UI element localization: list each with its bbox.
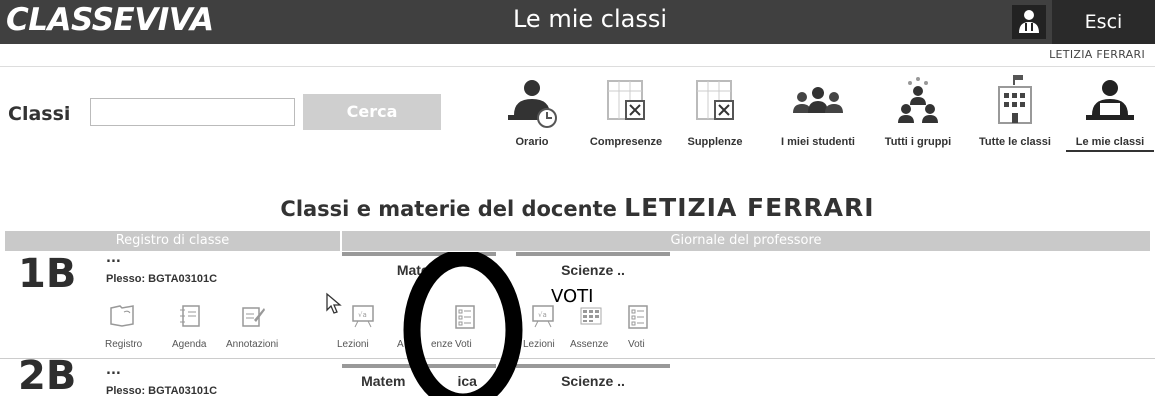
subject-bar [516, 252, 670, 256]
nav-miei-studenti[interactable]: I miei studenti [770, 72, 866, 148]
user-profile-button[interactable] [1012, 5, 1046, 39]
annotazioni-label[interactable]: Annotazioni [226, 339, 278, 350]
nav-label: Tutti i gruppi [884, 136, 952, 148]
nav-mie-classi[interactable]: Le mie classi [1066, 72, 1154, 152]
nav-compresenze[interactable]: Compresenze [586, 72, 666, 148]
calendar-x-icon [696, 80, 734, 120]
nav-label: Compresenze [589, 136, 663, 148]
class-more[interactable]: ... [106, 251, 121, 266]
agenda-icon [180, 305, 200, 327]
username-label: LETIZIA FERRARI [1049, 48, 1145, 61]
teacher-clock-icon [508, 80, 557, 128]
nav-label: Orario [515, 136, 549, 148]
class-more[interactable]: ... [106, 363, 121, 378]
nav-orario[interactable]: Orario [500, 72, 564, 148]
assenze-label[interactable]: Assenze [570, 339, 608, 350]
teacher-icon [1086, 80, 1134, 120]
band-giornale-professore: Giornale del professore [342, 231, 1150, 251]
registro-action[interactable] [108, 304, 136, 332]
voti-label[interactable]: Voti [628, 339, 645, 350]
search-button[interactable]: Cerca [303, 94, 441, 130]
assenze-action[interactable] [578, 304, 604, 332]
subject-scienze[interactable]: Scienze .. [516, 262, 670, 278]
logout-button[interactable]: Esci [1052, 0, 1155, 44]
svg-text:√a: √a [538, 311, 547, 319]
annotation-circle [400, 249, 526, 400]
page-title-prefix: Classi e materie del docente [280, 197, 617, 221]
blackboard-icon: √a [352, 305, 374, 328]
row-divider [0, 358, 1155, 359]
nav-label: I miei studenti [781, 136, 855, 148]
registro-label[interactable]: Registro [105, 339, 142, 350]
teacher-name: LETIZIA FERRARI [624, 193, 875, 222]
book-icon [110, 305, 134, 327]
page-title: Classi e materie del docente LETIZIA FER… [0, 193, 1155, 222]
class-plesso: Plesso: BGTA03101C [106, 273, 218, 285]
page-heading: Le mie classi [512, 5, 668, 33]
class-name[interactable]: 1B [18, 251, 76, 297]
subject-bar [516, 364, 670, 368]
lezioni-label[interactable]: Lezioni [337, 339, 369, 350]
absence-grid-icon [580, 307, 602, 325]
nav-tutti-gruppi[interactable]: Tutti i gruppi [876, 72, 960, 148]
svg-text:√a: √a [358, 311, 367, 319]
search-input[interactable] [90, 98, 295, 126]
calendar-x-icon [607, 80, 645, 120]
note-edit-icon [242, 307, 265, 327]
grades-list-icon [628, 305, 648, 329]
app-logo[interactable]: CLASSEVIVA [6, 2, 214, 38]
subject-scienze[interactable]: Scienze .. [516, 373, 670, 389]
user-icon [1019, 10, 1039, 33]
header-divider [0, 66, 1155, 67]
nav-tutte-classi[interactable]: Tutte le classi [970, 72, 1060, 148]
class-plesso: Plesso: BGTA03101C [106, 385, 218, 397]
lezioni-action[interactable]: √a [350, 304, 376, 332]
nav-label: Tutte le classi [979, 136, 1051, 148]
annotazioni-action[interactable] [240, 304, 266, 332]
school-building-icon [998, 75, 1032, 124]
students-icon [793, 87, 843, 113]
groups-icon [898, 77, 938, 123]
search-label: Classi [8, 103, 71, 125]
subject-name-start: Matem [361, 373, 406, 389]
band-registro-classe: Registro di classe [5, 231, 340, 251]
nav-label: Le mie classi [1075, 136, 1145, 148]
mouse-cursor [325, 292, 343, 320]
lezioni-action[interactable]: √a [530, 304, 556, 332]
circle-mark-icon [403, 249, 523, 400]
nav-supplenze[interactable]: Supplenze [680, 72, 750, 148]
lezioni-label[interactable]: Lezioni [523, 339, 555, 350]
agenda-action[interactable] [178, 304, 204, 332]
cursor-arrow-icon [326, 292, 342, 314]
blackboard-icon: √a [532, 305, 554, 328]
class-name[interactable]: 2B [18, 353, 76, 399]
agenda-label[interactable]: Agenda [172, 339, 206, 350]
voti-action[interactable] [626, 304, 650, 334]
annotation-text: VOTI [551, 286, 594, 307]
nav-label: Supplenze [687, 136, 743, 148]
